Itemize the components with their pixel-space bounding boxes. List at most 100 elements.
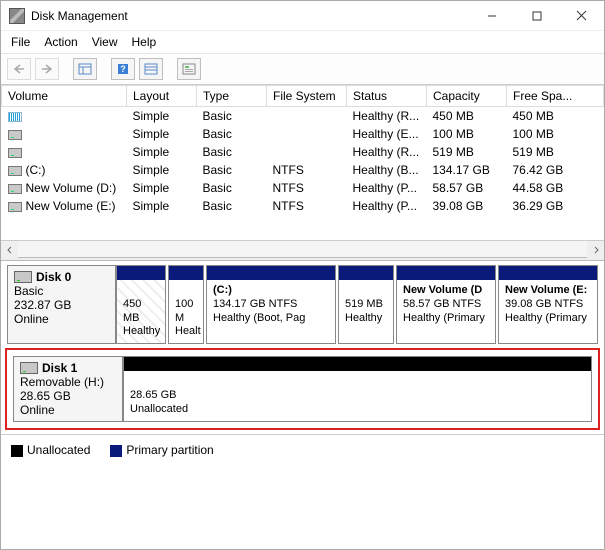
window-title: Disk Management bbox=[31, 9, 469, 23]
scroll-right-button[interactable] bbox=[587, 241, 604, 258]
disk1-name: Disk 1 bbox=[20, 361, 116, 375]
menu-view[interactable]: View bbox=[92, 35, 118, 49]
view-panels-button[interactable] bbox=[73, 58, 97, 80]
col-volume[interactable]: Volume bbox=[2, 86, 127, 107]
forward-button[interactable] bbox=[35, 58, 59, 80]
disk-row-1[interactable]: Disk 1 Removable (H:) 28.65 GB Online 28… bbox=[7, 350, 598, 428]
partition[interactable]: New Volume (E: 39.08 GB NTFSHealthy (Prim… bbox=[498, 265, 598, 344]
partition-header-bar bbox=[124, 357, 591, 371]
volume-icon bbox=[8, 112, 22, 122]
disk-row-0[interactable]: Disk 0 Basic 232.87 GB Online 450 MBHeal… bbox=[7, 265, 598, 344]
col-capacity[interactable]: Capacity bbox=[427, 86, 507, 107]
table-row[interactable]: SimpleBasicHealthy (R...519 MB519 MB bbox=[2, 143, 604, 161]
close-button[interactable] bbox=[559, 1, 604, 31]
disk0-name: Disk 0 bbox=[14, 270, 109, 284]
partition-title: New Volume (E: bbox=[505, 284, 587, 296]
volume-icon bbox=[8, 184, 22, 194]
legend-primary: Primary partition bbox=[110, 443, 213, 457]
col-fs[interactable]: File System bbox=[267, 86, 347, 107]
minimize-button[interactable] bbox=[469, 1, 514, 31]
disk0-partitions: 450 MBHealthy 100 MHealt (C:) 134.17 GB NT… bbox=[116, 265, 598, 344]
disk-icon bbox=[20, 362, 38, 374]
partition-body: 450 MBHealthy bbox=[117, 280, 165, 343]
partition-size: 58.57 GB NTFS bbox=[403, 298, 489, 312]
partition-body: New Volume (D 58.57 GB NTFSHealthy (Prima… bbox=[397, 280, 495, 343]
partition-status: Healthy bbox=[123, 325, 159, 339]
partition-status: Healt bbox=[175, 325, 197, 339]
disk0-type: Basic bbox=[14, 284, 109, 298]
disk-pane: Disk 0 Basic 232.87 GB Online 450 MBHeal… bbox=[1, 261, 604, 428]
disk1-type: Removable (H:) bbox=[20, 375, 116, 389]
partition-size: 39.08 GB NTFS bbox=[505, 298, 591, 312]
partition-size: 28.65 GB bbox=[130, 389, 585, 403]
menu-help[interactable]: Help bbox=[132, 35, 157, 49]
volume-icon bbox=[8, 130, 22, 140]
partition-header-bar bbox=[169, 266, 203, 280]
partition-body: New Volume (E: 39.08 GB NTFSHealthy (Prim… bbox=[499, 280, 597, 343]
help-button[interactable]: ? bbox=[111, 58, 135, 80]
partition[interactable]: 519 MBHealthy bbox=[338, 265, 394, 344]
svg-text:?: ? bbox=[120, 64, 126, 74]
disk1-name-text: Disk 1 bbox=[42, 361, 77, 375]
partition[interactable]: (C:)134.17 GB NTFSHealthy (Boot, Pag bbox=[206, 265, 336, 344]
table-row[interactable]: SimpleBasicHealthy (R...450 MB450 MB bbox=[2, 107, 604, 126]
disk1-partitions: 28.65 GB Unallocated bbox=[123, 356, 592, 422]
disk-icon bbox=[14, 271, 32, 283]
partition-title: (C:) bbox=[213, 284, 232, 296]
partition-title bbox=[345, 284, 348, 296]
maximize-button[interactable] bbox=[514, 1, 559, 31]
list-view-button[interactable] bbox=[139, 58, 163, 80]
volume-icon bbox=[8, 202, 22, 212]
partition-size: 134.17 GB NTFS bbox=[213, 298, 329, 312]
partition-status: Healthy bbox=[345, 312, 387, 326]
disk0-name-text: Disk 0 bbox=[36, 270, 71, 284]
swatch-primary bbox=[110, 445, 122, 457]
partition-header-bar bbox=[207, 266, 335, 280]
titlebar: Disk Management bbox=[1, 1, 604, 31]
back-button[interactable] bbox=[7, 58, 31, 80]
partition-size: 100 M bbox=[175, 298, 197, 326]
table-row[interactable]: SimpleBasicHealthy (E...100 MB100 MB bbox=[2, 125, 604, 143]
col-layout[interactable]: Layout bbox=[127, 86, 197, 107]
partition-header-bar bbox=[339, 266, 393, 280]
disk0-size: 232.87 GB bbox=[14, 298, 109, 312]
col-status[interactable]: Status bbox=[347, 86, 427, 107]
disk1-size: 28.65 GB bbox=[20, 389, 116, 403]
partition[interactable]: 100 MHealt bbox=[168, 265, 204, 344]
content: Volume Layout Type File System Status Ca… bbox=[1, 85, 604, 428]
table-row[interactable]: (C:)SimpleBasicNTFSHealthy (B...134.17 G… bbox=[2, 161, 604, 179]
partition-status: Healthy (Primary bbox=[403, 312, 489, 326]
scroll-left-button[interactable] bbox=[1, 241, 18, 258]
partition-size: 519 MB bbox=[345, 298, 387, 312]
menubar: File Action View Help bbox=[1, 31, 604, 54]
partition[interactable]: New Volume (D 58.57 GB NTFSHealthy (Prima… bbox=[396, 265, 496, 344]
volume-table: Volume Layout Type File System Status Ca… bbox=[1, 85, 604, 215]
volume-list[interactable]: Volume Layout Type File System Status Ca… bbox=[1, 85, 604, 240]
col-type[interactable]: Type bbox=[197, 86, 267, 107]
table-header-row: Volume Layout Type File System Status Ca… bbox=[2, 86, 604, 107]
partition-header-bar bbox=[397, 266, 495, 280]
disk0-info: Disk 0 Basic 232.87 GB Online bbox=[7, 265, 116, 344]
partition-unallocated[interactable]: 28.65 GB Unallocated bbox=[123, 356, 592, 422]
partition-title: New Volume (D bbox=[403, 284, 482, 296]
menu-action[interactable]: Action bbox=[44, 35, 77, 49]
swatch-unallocated bbox=[11, 445, 23, 457]
partition-status: Healthy (Primary bbox=[505, 312, 591, 326]
partition-body: (C:)134.17 GB NTFSHealthy (Boot, Pag bbox=[207, 280, 335, 343]
app-icon bbox=[9, 8, 25, 24]
horizontal-scrollbar[interactable] bbox=[1, 240, 604, 257]
partition-title bbox=[123, 284, 126, 296]
partition-body: 100 MHealt bbox=[169, 280, 203, 343]
table-row[interactable]: New Volume (E:)SimpleBasicNTFSHealthy (P… bbox=[2, 197, 604, 215]
volume-icon bbox=[8, 148, 22, 158]
partition[interactable]: 450 MBHealthy bbox=[116, 265, 166, 344]
toolbar: ? bbox=[1, 54, 604, 85]
menu-file[interactable]: File bbox=[11, 35, 30, 49]
window-buttons bbox=[469, 1, 604, 31]
properties-button[interactable] bbox=[177, 58, 201, 80]
table-row[interactable]: New Volume (D:)SimpleBasicNTFSHealthy (P… bbox=[2, 179, 604, 197]
disk0-state: Online bbox=[14, 312, 109, 326]
volume-icon bbox=[8, 166, 22, 176]
col-free[interactable]: Free Spa... bbox=[507, 86, 604, 107]
partition-title bbox=[175, 284, 178, 296]
